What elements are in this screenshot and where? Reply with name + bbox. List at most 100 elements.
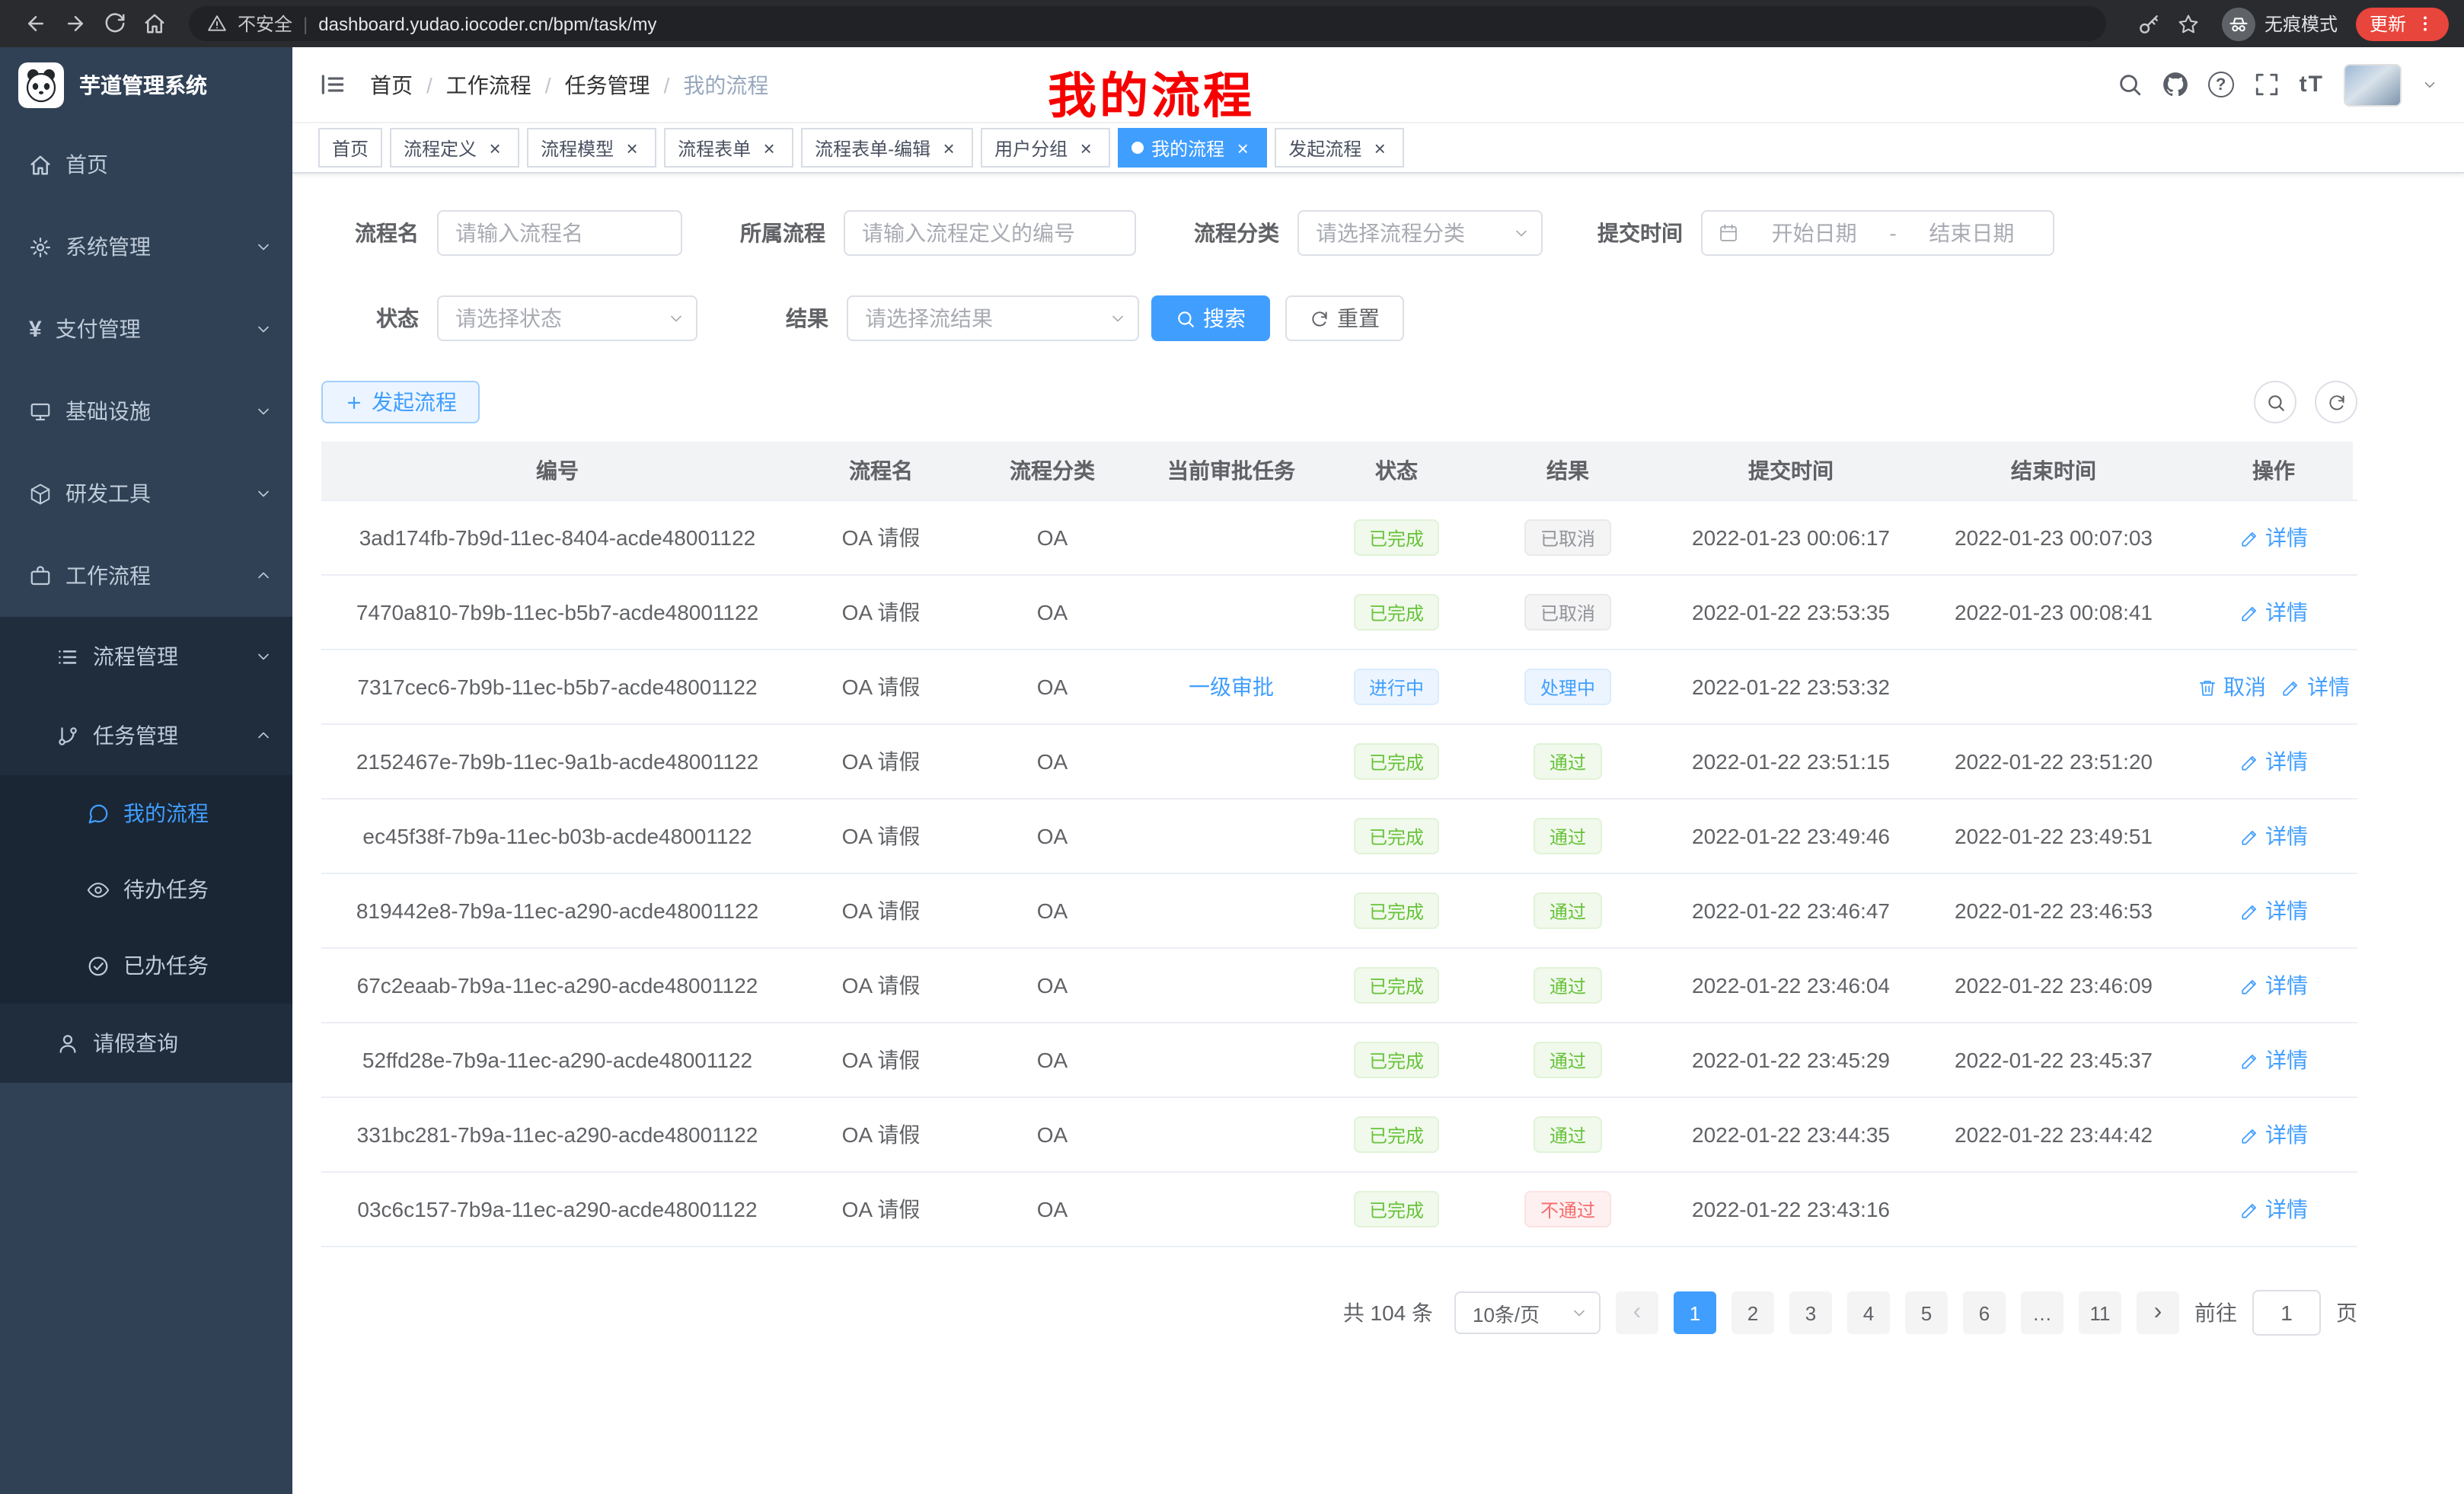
sidebar-item-my-process[interactable]: 我的流程 [0, 775, 292, 851]
browser-menu-icon[interactable] [2415, 14, 2435, 34]
detail-link[interactable]: 详情 [2239, 895, 2308, 926]
process-id: 7470a810-7b9b-11ec-b5b7-acde48001122 [356, 600, 758, 624]
tab-my-process[interactable]: 我的流程× [1118, 128, 1267, 168]
close-icon[interactable]: × [621, 137, 643, 158]
sidebar-item-task-management[interactable]: 任务管理 [0, 696, 292, 775]
cancel-link[interactable]: 取消 [2197, 672, 2266, 702]
browser-reload-button[interactable] [94, 4, 134, 43]
fullscreen-icon[interactable] [2254, 72, 2280, 97]
category-select[interactable]: 请选择流程分类 [1297, 210, 1543, 256]
process-category: OA [1037, 1197, 1068, 1221]
close-icon[interactable]: × [1232, 137, 1253, 158]
detail-link[interactable]: 详情 [2239, 970, 2308, 1001]
process-definition-input[interactable] [844, 210, 1136, 256]
avatar[interactable] [2344, 63, 2402, 106]
process-id: 52ffd28e-7b9a-11ec-a290-acde48001122 [362, 1048, 752, 1072]
detail-link[interactable]: 详情 [2239, 597, 2308, 627]
reset-button[interactable]: 重置 [1285, 295, 1404, 341]
detail-link[interactable]: 详情 [2239, 522, 2308, 553]
browser-home-button[interactable] [134, 4, 174, 43]
breadcrumb-item[interactable]: 首页 [370, 69, 413, 100]
app-logo[interactable]: 芋道管理系统 [0, 47, 292, 123]
main-content: 流程名 所属流程 流程分类 请选择流程分类 提交时间 开始日期 - 结束日期 状… [292, 174, 2464, 1494]
page-size-select[interactable]: 10条/页 [1454, 1291, 1601, 1334]
sidebar-item-done-task[interactable]: 已办任务 [0, 927, 292, 1004]
sidebar-item-label: 系统管理 [65, 231, 151, 262]
tab-home[interactable]: 首页 [318, 128, 382, 168]
password-key-icon[interactable] [2137, 11, 2161, 36]
tab-start-process[interactable]: 发起流程× [1275, 128, 1404, 168]
search-button[interactable]: 搜索 [1151, 295, 1270, 341]
sidebar-item-leave-query[interactable]: 请假查询 [0, 1004, 292, 1083]
browser-forward-button[interactable] [55, 4, 94, 43]
sidebar-item-dev-tools[interactable]: 研发工具 [0, 452, 292, 535]
close-icon[interactable]: × [484, 137, 506, 158]
sidebar-item-todo-task[interactable]: 待办任务 [0, 851, 292, 927]
sidebar-item-process-management[interactable]: 流程管理 [0, 617, 292, 696]
detail-link[interactable]: 详情 [2239, 1194, 2308, 1224]
next-page-button[interactable]: › [2137, 1291, 2179, 1334]
sidebar-item-system[interactable]: 系统管理 [0, 206, 292, 288]
close-icon[interactable]: × [758, 137, 780, 158]
submit-time-range-picker[interactable]: 开始日期 - 结束日期 [1701, 210, 2054, 256]
font-size-icon[interactable]: tT [2300, 72, 2324, 97]
breadcrumb-separator: / [426, 72, 432, 97]
calendar-icon [1718, 222, 1739, 244]
bookmark-star-icon[interactable] [2176, 11, 2201, 36]
goto-page-input[interactable] [2252, 1290, 2321, 1336]
result-select[interactable]: 请选择流结果 [847, 295, 1139, 341]
status-select[interactable]: 请选择状态 [437, 295, 697, 341]
chevron-down-icon [667, 309, 685, 327]
chevron-down-icon [254, 484, 273, 503]
edit-icon [2239, 1125, 2259, 1144]
search-icon[interactable] [2117, 72, 2143, 97]
detail-link[interactable]: 详情 [2239, 1119, 2308, 1150]
sidebar-item-home[interactable]: 首页 [0, 123, 292, 206]
sidebar-toggle-button[interactable] [318, 70, 347, 99]
sidebar-item-label: 我的流程 [123, 798, 209, 828]
refresh-table-button[interactable] [2315, 381, 2357, 423]
close-icon[interactable]: × [1075, 137, 1096, 158]
process-id: 7317cec6-7b9b-11ec-b5b7-acde48001122 [357, 675, 757, 699]
sidebar-item-infrastructure[interactable]: 基础设施 [0, 370, 292, 452]
tab-process-definition[interactable]: 流程定义× [390, 128, 519, 168]
sidebar-item-payment[interactable]: ¥支付管理 [0, 288, 292, 370]
tab-process-form[interactable]: 流程表单× [664, 128, 793, 168]
close-icon[interactable]: × [1369, 137, 1390, 158]
page-button[interactable]: 5 [1905, 1291, 1948, 1334]
chevron-up-icon [254, 567, 273, 585]
address-bar[interactable]: 不安全 | dashboard.yudao.iocoder.cn/bpm/tas… [189, 6, 2106, 41]
avatar-caret-icon[interactable] [2421, 76, 2438, 93]
browser-back-button[interactable] [15, 4, 55, 43]
update-button[interactable]: 更新 [2356, 7, 2449, 40]
sidebar-item-workflow[interactable]: 工作流程 [0, 535, 292, 617]
prev-page-button[interactable]: ‹ [1616, 1291, 1658, 1334]
page-button[interactable]: 1 [1674, 1291, 1716, 1334]
help-icon[interactable]: ? [2208, 72, 2234, 97]
detail-link[interactable]: 详情 [2239, 746, 2308, 777]
close-icon[interactable]: × [938, 137, 959, 158]
chevron-down-icon [254, 402, 273, 420]
page-button[interactable]: 11 [2079, 1291, 2121, 1334]
detail-link[interactable]: 详情 [2239, 821, 2308, 851]
table-row: 52ffd28e-7b9a-11ec-a290-acde48001122OA 请… [321, 1023, 2357, 1098]
detail-link[interactable]: 详情 [2281, 672, 2350, 702]
page-button[interactable]: 6 [1963, 1291, 2006, 1334]
breadcrumb-item[interactable]: 工作流程 [446, 69, 531, 100]
current-task-link[interactable]: 一级审批 [1189, 672, 1274, 702]
page-button[interactable]: 2 [1732, 1291, 1774, 1334]
process-name-input[interactable] [437, 210, 682, 256]
tab-user-group[interactable]: 用户分组× [981, 128, 1110, 168]
detail-link[interactable]: 详情 [2239, 1045, 2308, 1075]
page-button[interactable]: 4 [1847, 1291, 1890, 1334]
tab-process-model[interactable]: 流程模型× [527, 128, 656, 168]
page-ellipsis-button[interactable]: … [2021, 1291, 2063, 1334]
toggle-search-button[interactable] [2254, 381, 2296, 423]
tab-process-form-edit[interactable]: 流程表单-编辑× [801, 128, 973, 168]
create-process-button[interactable]: 发起流程 [321, 381, 480, 423]
github-icon[interactable] [2162, 72, 2188, 97]
submit-time: 2022-01-22 23:46:04 [1692, 973, 1890, 998]
page-button[interactable]: 3 [1789, 1291, 1832, 1334]
breadcrumb-item[interactable]: 任务管理 [565, 69, 650, 100]
column-header: 提交时间 [1669, 442, 1913, 500]
